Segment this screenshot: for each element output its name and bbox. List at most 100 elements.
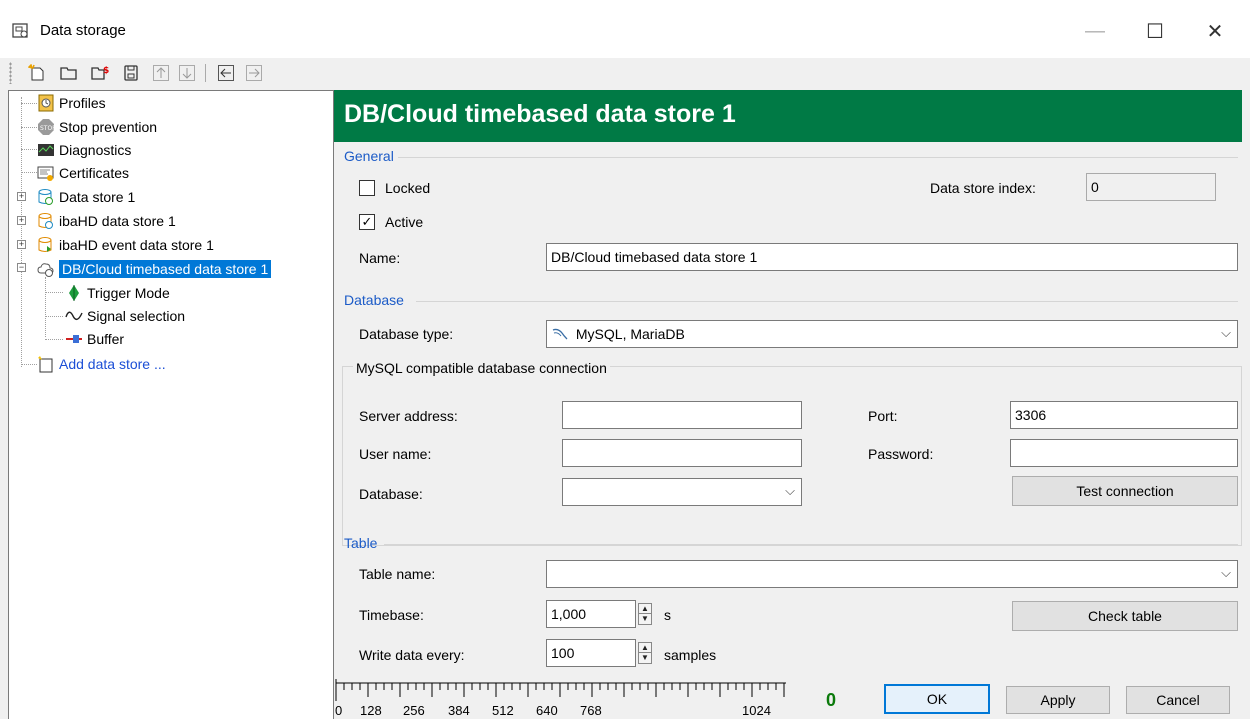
chevron-down-icon: ⌵ <box>1221 325 1231 340</box>
tree-item-stop-prevention[interactable]: STOP Stop prevention <box>37 117 157 137</box>
expand-toggle[interactable]: + <box>17 216 26 225</box>
ruler-label: 0 <box>335 703 343 718</box>
name-field[interactable]: DB/Cloud timebased data store 1 <box>546 243 1238 271</box>
move-up-icon[interactable] <box>150 62 172 84</box>
test-connection-button[interactable]: Test connection <box>1012 476 1238 506</box>
tree-item-label: Diagnostics <box>59 142 132 158</box>
tree-item-label: Stop prevention <box>59 119 158 135</box>
tree-item-label: Signal selection <box>87 308 186 324</box>
close-button[interactable]: ✕ <box>1190 14 1240 48</box>
expand-toggle[interactable]: + <box>17 240 26 249</box>
svg-text:STOP: STOP <box>40 125 55 132</box>
table-name-select[interactable]: ⌵ <box>546 560 1238 588</box>
timebase-field[interactable]: 1,000 <box>546 600 636 628</box>
section-table-title: Table <box>344 535 378 551</box>
tree-connector <box>21 103 37 104</box>
tree-item-label: ibaHD event data store 1 <box>59 237 214 253</box>
tree-item-label: Trigger Mode <box>87 285 170 301</box>
timebase-unit: s <box>664 607 671 623</box>
data-store-icon <box>37 188 55 206</box>
database-type-value: MySQL, MariaDB <box>575 326 685 342</box>
expand-toggle[interactable]: + <box>17 192 26 201</box>
tree-item-label: Profiles <box>59 95 106 111</box>
user-name-field[interactable] <box>562 439 802 467</box>
svg-text:$: $ <box>103 66 109 76</box>
minimize-button[interactable]: — <box>1070 14 1120 48</box>
tree-item-profiles[interactable]: Profiles <box>37 93 106 113</box>
tree-item-ibahd-event-data-store-1[interactable]: ibaHD event data store 1 <box>37 235 214 255</box>
title-bar: Data storage — ☐ ✕ <box>0 0 1250 58</box>
buffer-icon <box>65 330 83 348</box>
tree-item-trigger-mode[interactable]: Trigger Mode <box>65 283 170 303</box>
buffer-ruler: 0 128 256 384 512 640 768 1024 <box>334 677 794 719</box>
diagnostics-icon <box>37 141 55 159</box>
tree-connector <box>45 339 63 340</box>
timebase-spinner[interactable]: ▲ ▼ <box>638 603 652 625</box>
spin-up-icon[interactable]: ▲ <box>639 604 651 614</box>
active-label: Active <box>385 214 424 230</box>
tree-connector <box>21 127 37 128</box>
cloud-store-icon <box>37 260 55 278</box>
hd-event-store-icon <box>37 236 55 254</box>
ruler-label: 640 <box>536 703 558 718</box>
chevron-down-icon: ⌵ <box>1221 565 1231 580</box>
write-data-spinner[interactable]: ▲ ▼ <box>638 642 652 664</box>
spin-up-icon[interactable]: ▲ <box>639 643 651 653</box>
expand-icon[interactable] <box>243 62 265 84</box>
save-icon[interactable] <box>120 62 142 84</box>
new-icon[interactable] <box>26 62 48 84</box>
apply-button[interactable]: Apply <box>1006 686 1110 714</box>
port-label: Port: <box>868 408 898 424</box>
locked-label: Locked <box>385 180 431 196</box>
buffer-counter: 0 <box>826 690 837 710</box>
data-storage-icon <box>12 22 30 40</box>
ruler-label: 384 <box>448 703 470 718</box>
cancel-button[interactable]: Cancel <box>1126 686 1230 714</box>
data-store-index-field: 0 <box>1086 173 1216 201</box>
tree-item-data-store-1[interactable]: Data store 1 <box>37 187 135 207</box>
spin-down-icon[interactable]: ▼ <box>639 614 651 624</box>
server-address-field[interactable] <box>562 401 802 429</box>
tree-item-add-data-store[interactable]: Add data store ... <box>37 354 166 374</box>
tree-connector <box>21 172 37 173</box>
port-field[interactable]: 3306 <box>1010 401 1238 429</box>
tree-item-certificates[interactable]: Certificates <box>37 163 129 183</box>
database-type-select[interactable]: MySQL, MariaDB ⌵ <box>546 320 1238 348</box>
write-data-unit: samples <box>664 647 717 663</box>
tree-item-signal-selection[interactable]: Signal selection <box>65 306 185 326</box>
tree-item-db-cloud-timebased-data-store-1[interactable]: DB/Cloud timebased data store 1 <box>37 259 272 279</box>
signal-icon <box>65 307 83 325</box>
tree-item-ibahd-data-store-1[interactable]: ibaHD data store 1 <box>37 211 176 231</box>
server-address-label: Server address: <box>359 408 458 424</box>
locked-checkbox[interactable] <box>359 180 375 196</box>
ok-button[interactable]: OK <box>884 684 990 714</box>
maximize-button[interactable]: ☐ <box>1130 14 1180 48</box>
database-select[interactable]: ⌵ <box>562 478 802 506</box>
active-checkbox[interactable]: ✓ <box>359 214 375 230</box>
tree-item-label: Add data store ... <box>59 356 166 372</box>
ruler-label: 512 <box>492 703 514 718</box>
collapse-icon[interactable] <box>215 62 237 84</box>
password-label: Password: <box>868 446 934 462</box>
tree-connector <box>45 277 46 337</box>
check-table-button[interactable]: Check table <box>1012 601 1238 631</box>
collapse-toggle[interactable]: − <box>17 263 26 272</box>
tree-item-label: ibaHD data store 1 <box>59 213 176 229</box>
ruler-label: 768 <box>580 703 602 718</box>
write-data-every-field[interactable]: 100 <box>546 639 636 667</box>
timebase-label: Timebase: <box>359 607 424 623</box>
data-store-index-label: Data store index: <box>930 180 1036 196</box>
spin-down-icon[interactable]: ▼ <box>639 653 651 663</box>
section-database-title: Database <box>344 292 404 308</box>
open-folder-icon[interactable] <box>58 62 80 84</box>
certificate-icon <box>37 164 55 182</box>
window-title: Data storage <box>40 22 126 39</box>
open-file-icon[interactable]: $ <box>90 62 112 84</box>
move-down-icon[interactable] <box>176 62 198 84</box>
tree-item-diagnostics[interactable]: Diagnostics <box>37 140 131 160</box>
page-header: DB/Cloud timebased data store 1 <box>334 90 1242 142</box>
tree-item-buffer[interactable]: Buffer <box>65 329 124 349</box>
name-label: Name: <box>359 250 401 266</box>
password-field[interactable] <box>1010 439 1238 467</box>
hd-store-icon <box>37 212 55 230</box>
